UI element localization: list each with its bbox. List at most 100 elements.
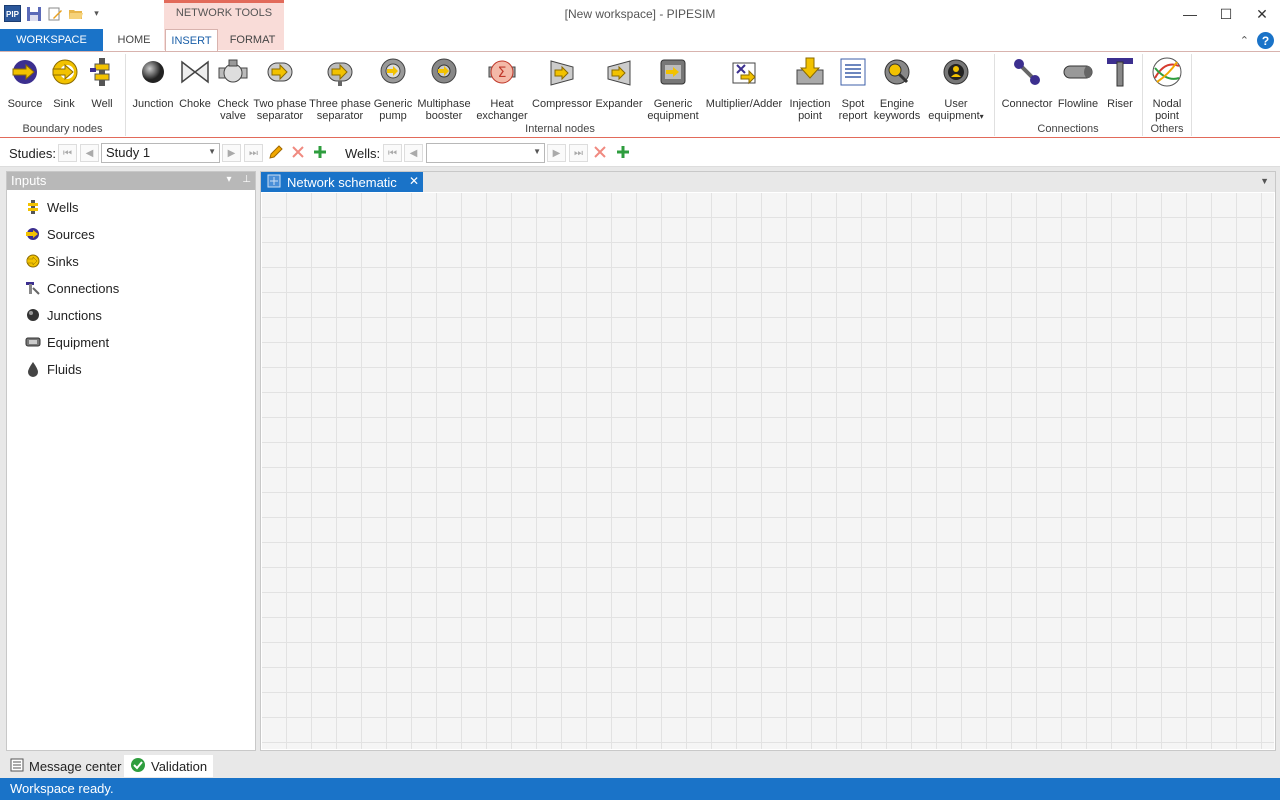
next-study-button[interactable]: ▶ xyxy=(222,144,241,162)
group-label-internal-nodes: Internal nodes xyxy=(525,123,595,135)
well-button[interactable]: Well xyxy=(84,56,120,110)
generic-equipment-icon xyxy=(657,56,689,88)
tab-insert[interactable]: INSERT xyxy=(165,29,218,51)
junction-button[interactable]: Junction xyxy=(131,56,175,110)
tab-list-dropdown-icon[interactable]: ▼ xyxy=(1260,176,1269,186)
tab-workspace[interactable]: WORKSPACE xyxy=(0,29,103,51)
choke-icon xyxy=(179,56,211,88)
source-button[interactable]: Source xyxy=(6,56,44,110)
tree-item-sources[interactable]: Sources xyxy=(25,226,95,242)
previous-study-button[interactable]: ◀ xyxy=(80,144,99,162)
well-select[interactable]: ▼ xyxy=(426,143,545,163)
nodal-point-button[interactable]: Nodal point xyxy=(1146,56,1188,122)
edit-study-icon[interactable] xyxy=(268,144,284,163)
user-equipment-button[interactable]: User equipment▾ xyxy=(923,56,989,123)
tree-item-junctions[interactable]: Junctions xyxy=(25,307,102,323)
previous-well-button[interactable]: ◀ xyxy=(404,144,423,162)
wells-icon xyxy=(25,199,41,215)
maximize-icon[interactable]: ☐ xyxy=(1208,0,1244,28)
first-study-button[interactable]: ⏮ xyxy=(58,144,77,162)
tab-format[interactable]: FORMAT xyxy=(221,29,284,51)
collapse-ribbon-icon[interactable]: ⌃ xyxy=(1240,34,1249,47)
ribbon-insert: Source Sink Well Boundary nodes Junction… xyxy=(0,51,1280,138)
flowline-icon xyxy=(1062,56,1094,88)
network-schematic-icon xyxy=(267,174,281,191)
tree-item-sinks[interactable]: Sinks xyxy=(25,253,79,269)
close-tab-icon[interactable]: ✕ xyxy=(409,174,419,188)
multiphase-booster-button[interactable]: Multiphase booster xyxy=(415,56,473,122)
sink-button[interactable]: Sink xyxy=(46,56,82,110)
sources-icon xyxy=(25,226,41,242)
last-study-button[interactable]: ⏭ xyxy=(244,144,263,162)
tree-item-equipment[interactable]: Equipment xyxy=(25,334,109,350)
three-phase-separator-icon xyxy=(324,56,356,88)
well-icon xyxy=(86,56,118,88)
title-bar: NETWORK TOOLS PIP ▾ [New workspace] - PI… xyxy=(0,0,1280,50)
studies-toolbar: Studies: ⏮ ◀ Study 1 ▼ ▶ ⏭ Wells: ⏮ ◀ ▼ … xyxy=(0,139,1280,167)
spot-report-button[interactable]: Spot report xyxy=(835,56,871,122)
compressor-icon xyxy=(546,56,578,88)
injection-point-button[interactable]: Injection point xyxy=(787,56,833,122)
tab-home[interactable]: HOME xyxy=(104,29,164,51)
heat-exchanger-icon: Σ xyxy=(486,56,518,88)
inputs-panel-title: Inputs xyxy=(11,173,47,188)
engine-keywords-icon xyxy=(881,56,913,88)
ribbon-tabs: WORKSPACE HOME INSERT FORMAT xyxy=(0,28,1280,51)
spot-report-icon xyxy=(837,56,869,88)
compressor-button[interactable]: Compressor xyxy=(531,56,593,110)
network-schematic-canvas[interactable] xyxy=(262,193,1274,749)
close-icon[interactable]: ✕ xyxy=(1244,0,1280,28)
pin-icon[interactable]: ⊥ xyxy=(242,174,251,185)
connector-button[interactable]: Connector xyxy=(1000,56,1054,110)
study-select[interactable]: Study 1 ▼ xyxy=(101,143,220,163)
next-well-button[interactable]: ▶ xyxy=(547,144,566,162)
delete-well-icon[interactable] xyxy=(592,144,608,163)
multiplier-adder-icon xyxy=(728,56,760,88)
message-list-icon xyxy=(10,758,24,775)
expander-button[interactable]: Expander xyxy=(595,56,643,110)
riser-icon xyxy=(1104,56,1136,88)
document-tabstrip: Network schematic ✕ ▼ xyxy=(261,172,1275,192)
checkmark-icon xyxy=(130,757,146,776)
first-well-button[interactable]: ⏮ xyxy=(383,144,402,162)
tab-validation[interactable]: Validation xyxy=(124,755,214,777)
generic-equipment-button[interactable]: Generic equipment xyxy=(645,56,701,122)
multiplier-adder-button[interactable]: Multiplier/Adder xyxy=(703,56,785,110)
tab-network-schematic[interactable]: Network schematic ✕ xyxy=(261,172,423,192)
group-label-connections: Connections xyxy=(1037,123,1099,135)
tree-item-fluids[interactable]: Fluids xyxy=(25,361,82,377)
help-icon[interactable]: ? xyxy=(1257,32,1274,49)
check-valve-button[interactable]: Check valve xyxy=(215,56,251,122)
sinks-icon xyxy=(25,253,41,269)
tab-message-center[interactable]: Message center xyxy=(4,755,128,777)
two-phase-separator-icon xyxy=(264,56,296,88)
generic-pump-icon xyxy=(377,56,409,88)
panel-menu-icon[interactable]: ▾ xyxy=(226,174,231,185)
status-bar: Workspace ready. xyxy=(0,778,1280,800)
heat-exchanger-button[interactable]: Σ Heat exchanger xyxy=(475,56,529,122)
window-title: [New workspace] - PIPESIM xyxy=(564,7,716,21)
riser-button[interactable]: Riser xyxy=(1102,56,1138,110)
chevron-down-icon: ▾ xyxy=(979,112,984,121)
three-phase-separator-button[interactable]: Three phase separator xyxy=(309,56,371,122)
add-study-icon[interactable] xyxy=(312,144,328,163)
two-phase-separator-button[interactable]: Two phase separator xyxy=(253,56,307,122)
flowline-button[interactable]: Flowline xyxy=(1056,56,1100,110)
svg-text:Σ: Σ xyxy=(498,65,507,81)
delete-study-icon[interactable] xyxy=(290,144,306,163)
user-equipment-icon xyxy=(940,56,972,88)
last-well-button[interactable]: ⏭ xyxy=(569,144,588,162)
check-valve-icon xyxy=(217,56,249,88)
tree-item-wells[interactable]: Wells xyxy=(25,199,79,215)
engine-keywords-button[interactable]: Engine keywords xyxy=(873,56,921,122)
group-separator xyxy=(1191,54,1192,136)
generic-pump-button[interactable]: Generic pump xyxy=(373,56,413,122)
connections-icon xyxy=(25,280,41,296)
add-well-icon[interactable] xyxy=(615,144,631,163)
inputs-panel-header: Inputs ▾ ⊥ xyxy=(7,172,255,190)
minimize-icon[interactable]: — xyxy=(1172,0,1208,28)
tree-item-connections[interactable]: Connections xyxy=(25,280,119,296)
status-text: Workspace ready. xyxy=(10,781,114,796)
choke-button[interactable]: Choke xyxy=(177,56,213,110)
inputs-panel: Inputs ▾ ⊥ Wells Sources Sinks Connectio… xyxy=(6,171,256,751)
